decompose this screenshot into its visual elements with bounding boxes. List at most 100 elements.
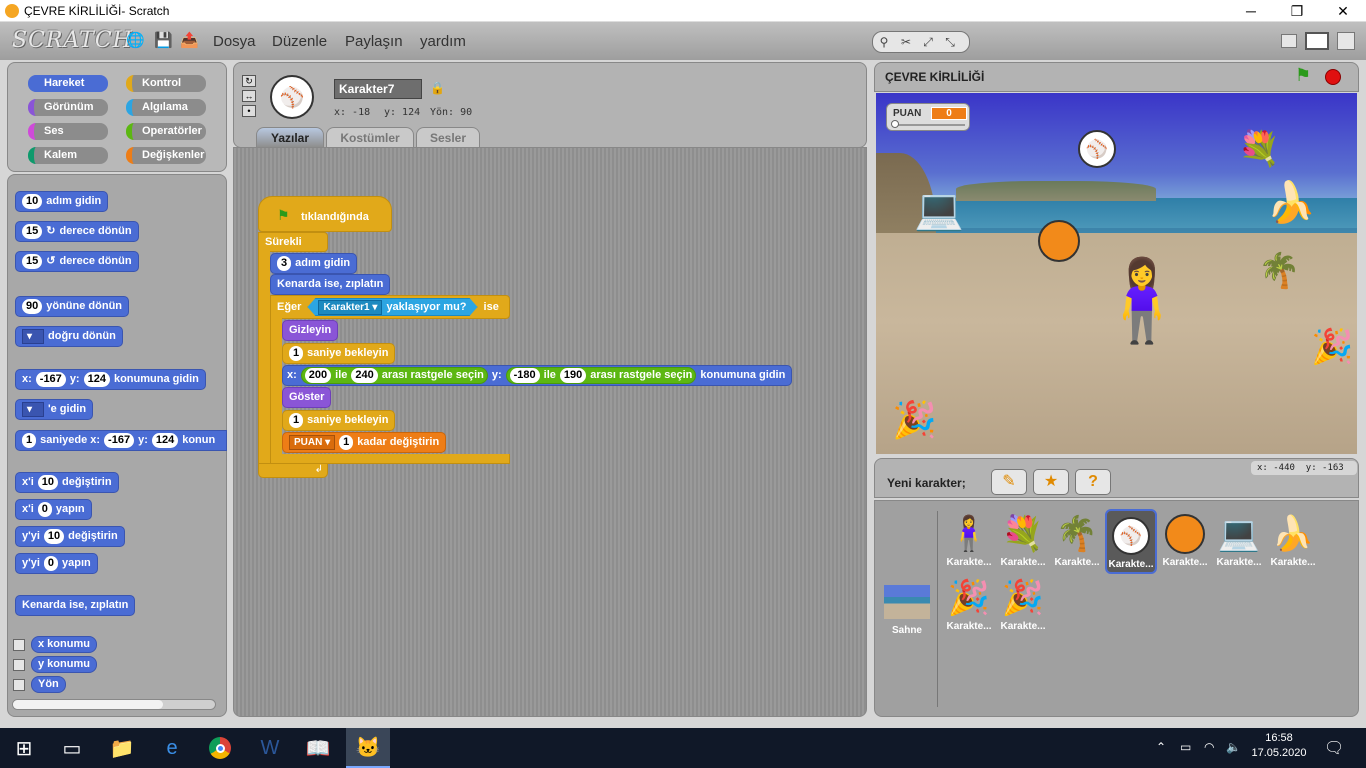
direction-input[interactable]: 90 — [22, 299, 43, 314]
basketball-icon[interactable] — [1038, 220, 1080, 262]
sprite-thumb[interactable]: 💐 Karakte... — [997, 511, 1049, 568]
sprite-name-input[interactable]: Karakter7 — [334, 79, 422, 99]
block-glide[interactable]: 1 saniyede x: -167 y: 124 konun — [15, 430, 227, 451]
seconds-input[interactable]: 1 — [289, 413, 304, 428]
slider-knob[interactable] — [891, 120, 899, 128]
touching-block[interactable]: Karakter1 ▾ yaklaşıyor mu? — [307, 298, 477, 316]
value-input[interactable]: 0 — [43, 556, 59, 571]
block-show[interactable]: Göster — [282, 387, 332, 408]
y-input[interactable]: 124 — [83, 372, 110, 387]
sprite-thumb[interactable]: Karakte... — [1159, 511, 1211, 568]
lock-icon[interactable]: 🔒 — [430, 81, 445, 95]
scratch-taskbar-icon[interactable]: 🐱 — [346, 728, 390, 768]
paint-sprite-icon[interactable]: ✎ — [991, 469, 1027, 495]
notifications-icon[interactable]: 🗨 — [1324, 738, 1344, 758]
move-steps-input[interactable]: 10 — [22, 194, 43, 209]
sprite-thumb[interactable]: 🎉 Karakte... — [997, 575, 1049, 632]
random-sprite-icon[interactable]: ? — [1075, 469, 1111, 495]
block-bounce[interactable]: Kenarda ise, zıplatın — [15, 595, 136, 616]
block-change-variable[interactable]: PUAN ▾ 1 kadar değiştirin — [282, 432, 447, 453]
target-dropdown[interactable]: ▾ — [22, 329, 44, 344]
rotate-style-flip-icon[interactable]: ↔ — [242, 90, 256, 102]
direction-checkbox[interactable] — [13, 679, 25, 691]
category-kontrol[interactable]: Kontrol — [126, 75, 206, 92]
category-operatorler[interactable]: Operatörler — [126, 123, 206, 140]
x-input[interactable]: -167 — [104, 433, 135, 448]
stop-icon[interactable] — [1325, 69, 1341, 85]
to-input[interactable]: 240 — [351, 368, 378, 383]
maximize-button[interactable]: ❐ — [1274, 0, 1320, 22]
from-input[interactable]: 200 — [304, 368, 332, 383]
block-set-x[interactable]: x'i 0 yapın — [15, 499, 92, 520]
sprite-thumb[interactable]: 🎉 Karakte... — [943, 575, 995, 632]
random-block[interactable]: 200 ile 240 arası rastgele seçin — [300, 367, 488, 384]
block-point-direction[interactable]: 90 yönüne dönün — [15, 296, 130, 317]
chrome-icon[interactable] — [204, 732, 236, 764]
block-turn-right[interactable]: 15 ↻ derece dönün — [15, 221, 139, 242]
block-change-y[interactable]: y'yi 10 değiştirin — [15, 526, 125, 547]
chevron-up-icon[interactable]: ⌃ — [1156, 740, 1166, 754]
y-input[interactable]: 124 — [151, 433, 179, 448]
random-block[interactable]: -180 ile 190 arası rastgele seçin — [505, 367, 697, 384]
green-flag-icon[interactable]: ⚑ — [1295, 65, 1311, 86]
value-input[interactable]: 0 — [37, 502, 52, 517]
category-gorunum[interactable]: Görünüm — [28, 99, 108, 116]
block-move[interactable]: 10 adım gidin — [15, 191, 109, 212]
delete-tool-icon[interactable]: ✂ — [895, 32, 917, 52]
seconds-input[interactable]: 1 — [22, 433, 37, 448]
stage-thumbnail[interactable]: Sahne — [881, 585, 933, 636]
close-button[interactable]: ✕ — [1320, 0, 1366, 22]
sprite-dropdown[interactable]: Karakter1 ▾ — [318, 300, 382, 315]
amount-input[interactable]: 1 — [339, 435, 354, 450]
tree-icon[interactable]: 🌴 — [1258, 251, 1300, 291]
target-dropdown[interactable]: ▾ — [22, 402, 44, 417]
clock[interactable]: 16:58 17.05.2020 — [1250, 732, 1308, 759]
slider-track[interactable] — [893, 124, 965, 126]
block-move[interactable]: 3 adım gidin — [270, 253, 358, 274]
volume-icon[interactable]: 🔈 — [1226, 740, 1241, 754]
block-turn-left[interactable]: 15 ↺ derece dönün — [15, 251, 139, 272]
variable-monitor[interactable]: PUAN 0 — [886, 103, 970, 131]
presentation-mode-icon[interactable] — [1337, 32, 1355, 50]
share-icon[interactable]: 📤 — [180, 32, 199, 50]
steps-input[interactable]: 3 — [277, 256, 292, 271]
when-flag-clicked-block[interactable]: ⚑ tıklandığında — [258, 196, 392, 232]
duplicate-tool-icon[interactable]: ⚲ — [873, 32, 895, 52]
variable-dropdown[interactable]: PUAN ▾ — [289, 435, 336, 450]
tab-sesler[interactable]: Sesler — [416, 127, 480, 147]
reporter-direction[interactable]: Yön — [31, 676, 66, 693]
seconds-input[interactable]: 1 — [289, 346, 304, 361]
laptop-icon[interactable]: 💻 — [914, 187, 974, 233]
to-input[interactable]: 190 — [559, 368, 587, 383]
value-input[interactable]: 10 — [37, 475, 59, 490]
reporter-y-position[interactable]: y konumu — [31, 656, 97, 673]
menu-duzenle[interactable]: Düzenle — [272, 33, 327, 50]
tab-kostumler[interactable]: Kostümler — [326, 127, 414, 147]
save-icon[interactable]: 💾 — [154, 32, 173, 50]
sprite-thumb[interactable]: 🌴 Karakte... — [1051, 511, 1103, 568]
block-goto-xy[interactable]: x: -167 y: 124 konumuna gidin — [15, 369, 206, 390]
menu-yardim[interactable]: yardım — [420, 33, 466, 50]
x-position-checkbox[interactable] — [13, 639, 25, 651]
file-explorer-icon[interactable]: 📁 — [106, 732, 138, 764]
block-bounce[interactable]: Kenarda ise, zıplatın — [270, 274, 391, 295]
small-stage-icon[interactable] — [1281, 34, 1297, 48]
degrees-input[interactable]: 15 — [22, 224, 43, 239]
block-point-towards[interactable]: ▾ doğru dönün — [15, 326, 123, 347]
globe-icon[interactable]: 🌐 — [126, 32, 145, 50]
choose-sprite-icon[interactable]: ★ — [1033, 469, 1069, 495]
tab-yazilar[interactable]: Yazılar — [256, 127, 324, 147]
menu-dosya[interactable]: Dosya — [213, 33, 256, 50]
value-input[interactable]: 10 — [43, 529, 65, 544]
category-kalem[interactable]: Kalem — [28, 147, 108, 164]
sprite-thumb-selected[interactable]: ⚾ Karakte... — [1105, 509, 1157, 574]
scripts-area[interactable]: ⚑ tıklandığında Sürekli ↲ 3 adım gidin Ke… — [233, 147, 867, 717]
degrees-input[interactable]: 15 — [22, 254, 43, 269]
category-ses[interactable]: Ses — [28, 123, 108, 140]
sprite-thumb[interactable]: 🧍‍♀️ Karakte... — [943, 511, 995, 568]
block-wait[interactable]: 1 saniye bekleyin — [282, 410, 396, 431]
edge-icon[interactable]: e — [156, 732, 188, 764]
battery-icon[interactable]: ▭ — [1180, 740, 1191, 754]
block-wait[interactable]: 1 saniye bekleyin — [282, 343, 396, 364]
reporter-x-position[interactable]: x konumu — [31, 636, 97, 653]
